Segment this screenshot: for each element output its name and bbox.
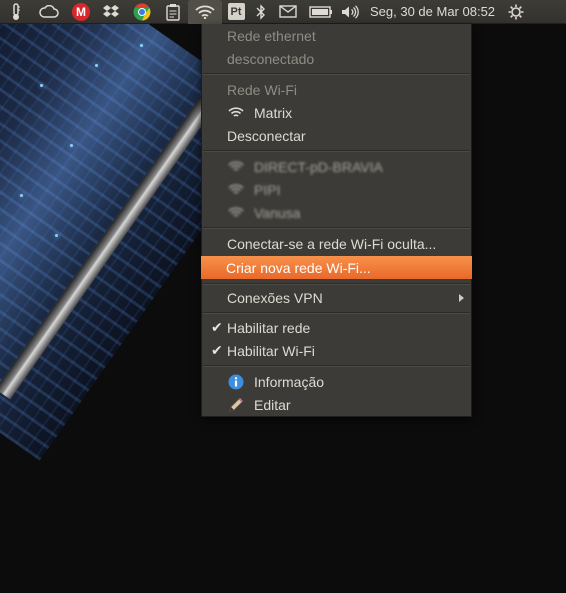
- wifi-header: Rede Wi-Fi: [202, 78, 471, 101]
- wallpaper-light: [140, 44, 143, 47]
- dropbox-icon[interactable]: [96, 0, 126, 24]
- wallpaper-light: [70, 144, 73, 147]
- volume-icon[interactable]: [338, 0, 364, 24]
- ethernet-header: Rede ethernet: [202, 24, 471, 47]
- info-icon: [228, 374, 244, 390]
- battery-icon[interactable]: [304, 0, 338, 24]
- network-item-vanusa[interactable]: Vanusa: [202, 201, 471, 224]
- submenu-arrow-icon: [459, 293, 464, 302]
- keyboard-layout-indicator[interactable]: Pt: [222, 0, 250, 24]
- network-menu: Rede ethernet desconectado Rede Wi-Fi Ma…: [201, 24, 472, 417]
- vpn-label: Conexões VPN: [227, 289, 323, 306]
- separator: [203, 150, 470, 152]
- separator: [203, 365, 470, 367]
- disconnect-label: Desconectar: [227, 127, 306, 144]
- network-name: PIPI: [254, 181, 281, 198]
- enable-wifi-item[interactable]: ✔ Habilitar Wi-Fi: [202, 339, 471, 362]
- thermometer-icon[interactable]: [0, 0, 32, 24]
- connect-hidden-item[interactable]: Conectar-se a rede Wi-Fi oculta...: [202, 232, 471, 255]
- network-item-direct[interactable]: DIRECT-pD-BRAVIA: [202, 155, 471, 178]
- enable-network-item[interactable]: ✔ Habilitar rede: [202, 316, 471, 339]
- chrome-icon[interactable]: [126, 0, 158, 24]
- pencil-icon: [228, 397, 244, 413]
- wallpaper-light: [20, 194, 23, 197]
- bluetooth-icon[interactable]: [250, 0, 272, 24]
- connect-hidden-label: Conectar-se a rede Wi-Fi oculta...: [227, 235, 437, 252]
- wallpaper-light: [95, 64, 98, 67]
- information-item[interactable]: Informação: [202, 370, 471, 393]
- checkmark-icon: ✔: [211, 319, 223, 335]
- create-new-label: Criar nova rede Wi-Fi...: [226, 259, 371, 276]
- network-item-pipi[interactable]: PIPI: [202, 178, 471, 201]
- edit-item[interactable]: Editar: [202, 393, 471, 416]
- wifi-icon[interactable]: [188, 0, 222, 24]
- wifi-header-label: Rede Wi-Fi: [227, 81, 298, 98]
- cloud-icon[interactable]: [32, 0, 66, 24]
- network-name: DIRECT-pD-BRAVIA: [254, 158, 383, 175]
- session-gear-icon[interactable]: [503, 0, 529, 24]
- ethernet-header-label: Rede ethernet: [227, 27, 316, 44]
- checkmark-icon: ✔: [211, 342, 223, 358]
- create-new-network-item[interactable]: Criar nova rede Wi-Fi...: [201, 256, 472, 279]
- network-name: Vanusa: [254, 204, 301, 221]
- keyboard-layout-label: Pt: [227, 3, 245, 20]
- mega-icon[interactable]: M: [66, 0, 96, 24]
- ethernet-status: desconectado: [202, 47, 471, 70]
- wifi-signal-icon: [228, 107, 244, 118]
- separator: [203, 312, 470, 314]
- clipboard-icon[interactable]: [158, 0, 188, 24]
- vpn-connections-item[interactable]: Conexões VPN: [202, 286, 471, 309]
- mail-icon[interactable]: [272, 0, 304, 24]
- wallpaper-light: [55, 234, 58, 237]
- mega-label: M: [72, 2, 90, 21]
- top-panel: M Pt Seg, 30 de Mar 08:52: [0, 0, 566, 24]
- clock[interactable]: Seg, 30 de Mar 08:52: [364, 0, 503, 24]
- separator: [203, 283, 470, 285]
- network-item-matrix[interactable]: Matrix: [202, 101, 471, 124]
- separator: [203, 227, 470, 229]
- ethernet-status-label: desconectado: [227, 50, 315, 67]
- disconnect-item[interactable]: Desconectar: [202, 124, 471, 147]
- separator: [203, 73, 470, 75]
- enable-network-label: Habilitar rede: [227, 319, 311, 336]
- enable-wifi-label: Habilitar Wi-Fi: [227, 342, 315, 359]
- wallpaper-light: [40, 84, 43, 87]
